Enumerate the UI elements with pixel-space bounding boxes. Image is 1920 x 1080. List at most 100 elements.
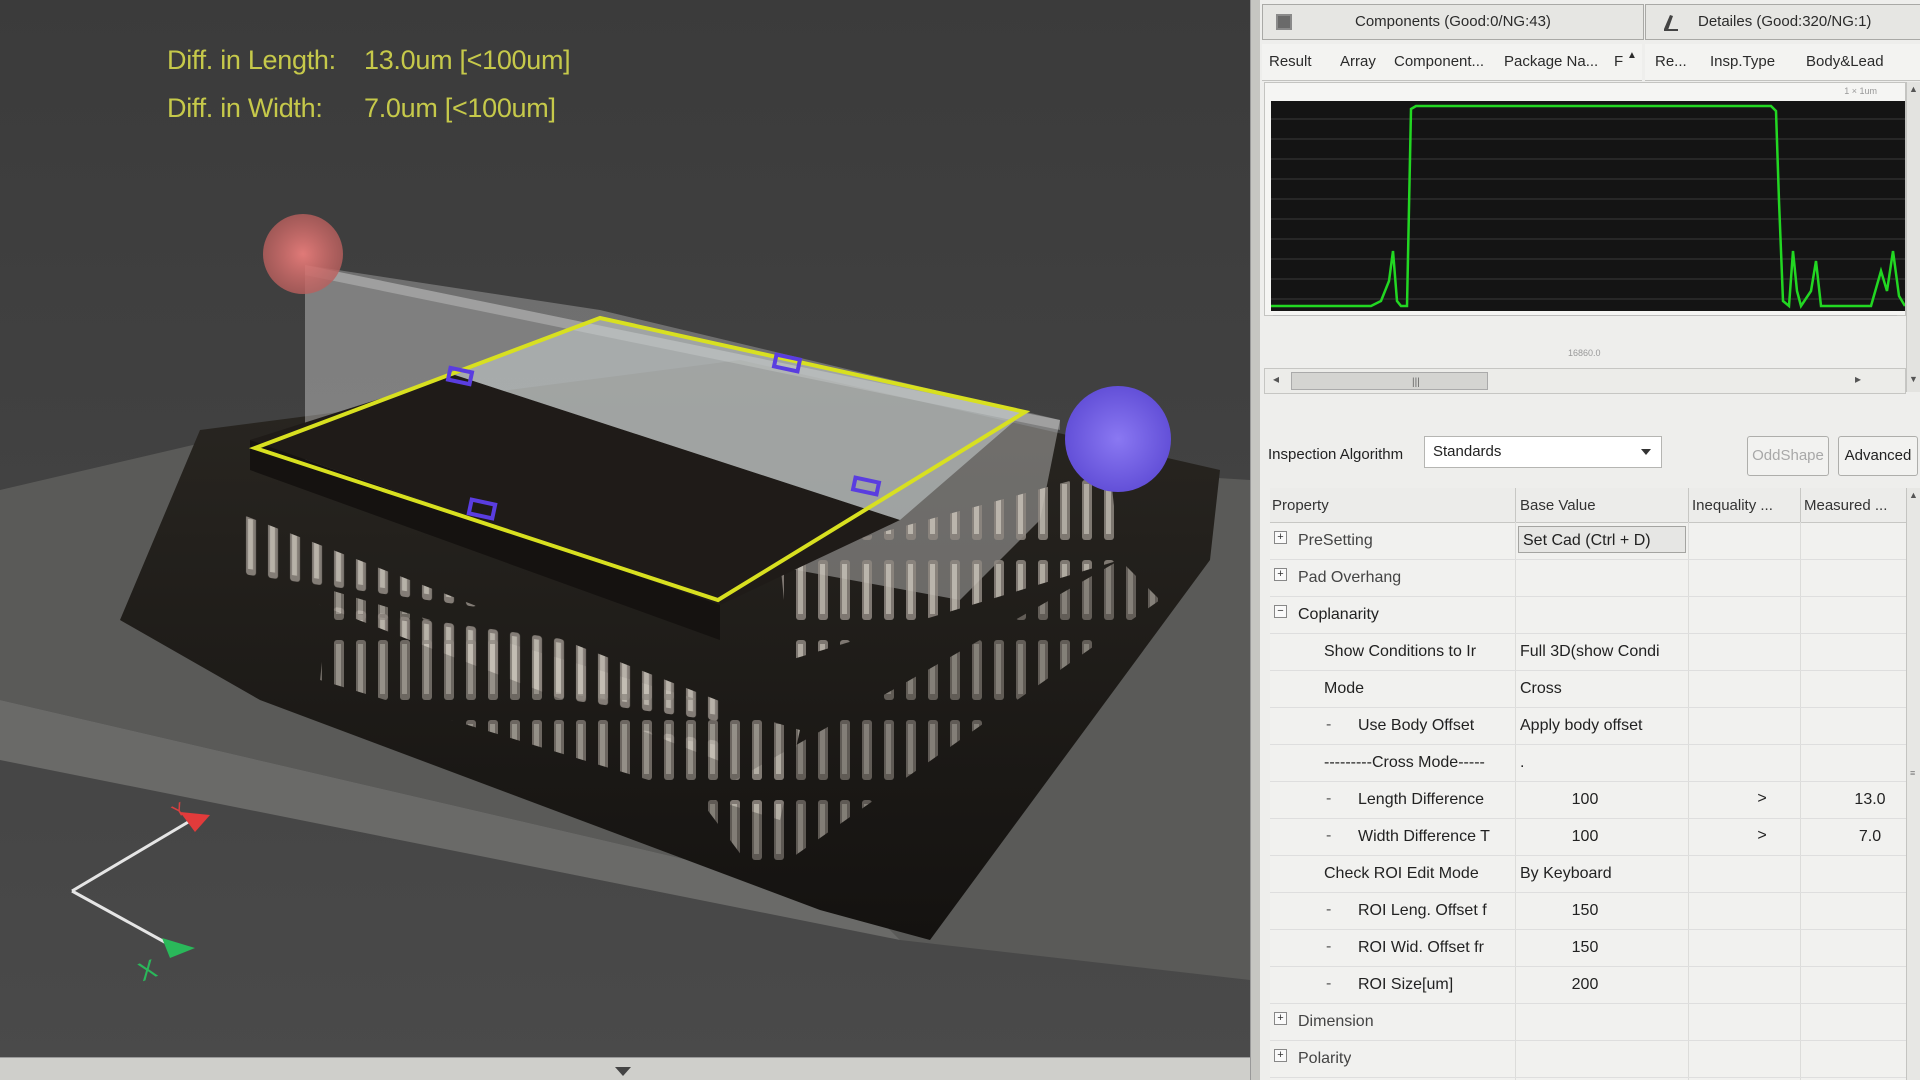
row-length-difference[interactable]: - Length Difference 100 > 13.0 <box>1270 781 1906 819</box>
grip-icon: ||| <box>1412 377 1420 388</box>
row-label: PreSetting <box>1298 532 1373 549</box>
row-check-roi-edit-mode[interactable]: Check ROI Edit Mode By Keyboard <box>1270 855 1906 893</box>
width-diff-label: Diff. in Width: <box>167 93 323 123</box>
row-label: Width Difference T <box>1358 828 1490 845</box>
row-label: Mode <box>1324 680 1365 697</box>
inspection-algorithm-row: Inspection Algorithm Standards OddShape … <box>1264 430 1920 480</box>
row-value[interactable]: Cross <box>1520 680 1690 698</box>
expand-icon[interactable]: + <box>1274 531 1287 544</box>
row-value[interactable]: 150 <box>1520 902 1650 920</box>
column-insp-type[interactable]: Insp.Type <box>1710 53 1775 70</box>
profile-trace <box>1271 104 1907 309</box>
details-tab-label: Detailes (Good:320/NG:1) <box>1698 13 1872 30</box>
row-cross-mode-separator: ---------Cross Mode----- . <box>1270 744 1906 782</box>
row-measured: 7.0 <box>1858 828 1882 845</box>
row-use-body-offset[interactable]: - Use Body Offset Apply body offset <box>1270 707 1906 745</box>
graph-x-axis-label: 16860.0 <box>1568 348 1601 358</box>
profile-graph-panel: 1 × 1um <box>1264 82 1907 316</box>
width-diff-value: 7.0um [<100um] <box>364 93 556 123</box>
inspection-algorithm-label: Inspection Algorithm <box>1268 446 1404 463</box>
inspection-algorithm-select[interactable]: Standards <box>1424 436 1662 468</box>
scroll-down-icon[interactable]: ▼ <box>1909 374 1918 384</box>
red-marker-sphere <box>263 214 343 294</box>
expand-icon[interactable]: + <box>1274 568 1287 581</box>
collapse-icon[interactable]: − <box>1274 605 1287 618</box>
chevron-down-icon <box>1641 449 1651 455</box>
row-label: Coplanarity <box>1298 606 1379 623</box>
row-width-difference[interactable]: - Width Difference T 100 > 7.0 <box>1270 818 1906 856</box>
row-roi-size[interactable]: - ROI Size[um] 200 <box>1270 966 1906 1004</box>
3d-viewport[interactable]: Diff. in Length: 13.0um [<100um] Diff. i… <box>0 0 1250 1080</box>
row-value[interactable]: 100 <box>1520 828 1650 846</box>
row-inequality[interactable]: > <box>1742 790 1782 808</box>
property-grid-scrollbar[interactable]: ▲ ≡ <box>1906 488 1920 1080</box>
expand-icon[interactable]: + <box>1274 1012 1287 1025</box>
length-diff-value: 13.0um [<100um] <box>364 45 571 75</box>
pen-icon <box>1664 15 1678 31</box>
column-re[interactable]: Re... <box>1655 53 1687 70</box>
row-value[interactable]: 200 <box>1520 976 1650 994</box>
components-tab[interactable]: Components (Good:0/NG:43) <box>1262 4 1644 40</box>
scroll-up-icon[interactable]: ▲ <box>1909 84 1918 94</box>
row-label: Length Difference <box>1358 791 1485 808</box>
set-cad-button[interactable]: Set Cad (Ctrl + D) <box>1518 526 1686 553</box>
column-package-name[interactable]: Package Na... <box>1504 53 1598 70</box>
graph-horizontal-scrollbar[interactable]: ◂ ||| ▸ <box>1264 368 1906 394</box>
row-roi-length-offset[interactable]: - ROI Leng. Offset f 150 <box>1270 892 1906 930</box>
property-grid: Property Base Value Inequality ... Measu… <box>1270 488 1906 1080</box>
header-base-value[interactable]: Base Value <box>1520 497 1596 514</box>
row-value[interactable]: 150 <box>1520 939 1650 957</box>
row-value[interactable]: By Keyboard <box>1520 865 1690 883</box>
row-polarity[interactable]: + Polarity <box>1270 1040 1906 1078</box>
height-profile-graph[interactable] <box>1271 101 1907 311</box>
scroll-up-icon[interactable]: ▲ <box>1909 490 1918 500</box>
row-value[interactable]: Full 3D(show Condi <box>1520 643 1690 661</box>
oddshape-button[interactable]: OddShape <box>1747 436 1829 476</box>
row-value[interactable]: 100 <box>1520 791 1650 809</box>
column-body-lead[interactable]: Body&Lead <box>1806 53 1884 70</box>
graph-vertical-scrollbar[interactable]: ▲ ▼ <box>1906 82 1920 392</box>
components-tab-label: Components (Good:0/NG:43) <box>1355 13 1551 30</box>
selected-algorithm: Standards <box>1433 443 1502 460</box>
scroll-left-icon[interactable]: ◂ <box>1273 372 1279 386</box>
graph-scale-label: 1 × 1um <box>1844 86 1877 96</box>
row-label: ROI Leng. Offset f <box>1358 902 1487 919</box>
row-pad-overhang[interactable]: + Pad Overhang <box>1270 559 1906 597</box>
chevron-down-icon[interactable] <box>615 1067 631 1076</box>
grid-icon <box>1276 14 1292 30</box>
row-label: Pad Overhang <box>1298 569 1402 586</box>
row-roi-width-offset[interactable]: - ROI Wid. Offset fr 150 <box>1270 929 1906 967</box>
row-measured: 13.0 <box>1854 791 1886 808</box>
header-measured[interactable]: Measured ... <box>1804 497 1904 514</box>
column-f[interactable]: F <box>1614 53 1623 70</box>
header-inequality[interactable]: Inequality ... <box>1692 497 1798 514</box>
row-value[interactable]: Apply body offset <box>1520 717 1690 735</box>
scroll-right-icon[interactable]: ▸ <box>1855 372 1861 386</box>
row-presetting[interactable]: + PreSetting Set Cad (Ctrl + D) <box>1270 522 1906 560</box>
column-component[interactable]: Component... <box>1394 53 1484 70</box>
header-property[interactable]: Property <box>1272 497 1329 514</box>
row-inequality[interactable]: > <box>1742 827 1782 845</box>
scrollbar-thumb[interactable]: ||| <box>1291 372 1488 390</box>
row-label: Dimension <box>1298 1013 1374 1030</box>
pcb-3d-scene[interactable] <box>0 0 1250 1080</box>
advanced-button[interactable]: Advanced <box>1838 436 1918 476</box>
expand-icon[interactable]: + <box>1274 1049 1287 1062</box>
components-columns: Result Array Component... Package Na... … <box>1262 44 1642 81</box>
details-tab[interactable]: Detailes (Good:320/NG:1) <box>1645 4 1920 40</box>
property-grid-header: Property Base Value Inequality ... Measu… <box>1270 488 1906 523</box>
grip-icon[interactable]: ≡ <box>1910 768 1915 778</box>
length-diff-label: Diff. in Length: <box>167 45 336 75</box>
details-columns: Re... Insp.Type Body&Lead <box>1645 44 1920 81</box>
sort-up-icon[interactable]: ▲ <box>1627 50 1637 61</box>
row-dimension[interactable]: + Dimension <box>1270 1003 1906 1041</box>
blue-marker-sphere <box>1065 386 1171 492</box>
row-label: ROI Size[um] <box>1358 976 1454 993</box>
column-array[interactable]: Array <box>1340 53 1376 70</box>
column-result[interactable]: Result <box>1269 53 1312 70</box>
row-coplanarity[interactable]: − Coplanarity <box>1270 596 1906 634</box>
row-label: ROI Wid. Offset fr <box>1358 939 1484 956</box>
row-show-conditions[interactable]: Show Conditions to Ir Full 3D(show Condi <box>1270 633 1906 671</box>
viewport-collapse-bar[interactable] <box>0 1057 1250 1080</box>
row-mode[interactable]: Mode Cross <box>1270 670 1906 708</box>
